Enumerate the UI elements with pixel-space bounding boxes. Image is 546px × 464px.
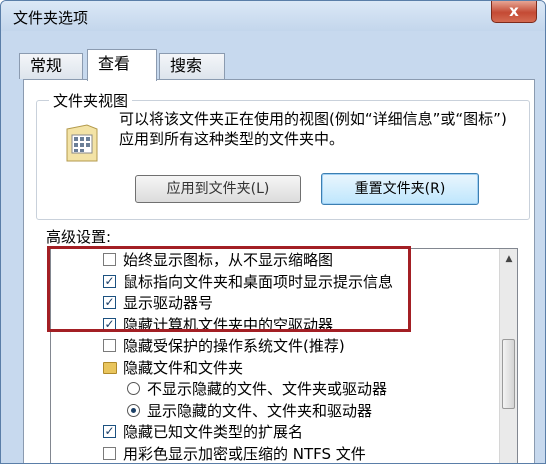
advanced-settings-list[interactable]: 始终显示图标，从不显示缩略图 ✓ 鼠标指向文件夹和桌面项时显示提示信息 ✓ 显示驱动器号… <box>50 248 518 464</box>
setting-row[interactable]: 用彩色显示加密或压缩的 NTFS 文件 <box>51 444 499 464</box>
setting-label: 用彩色显示加密或压缩的 NTFS 文件 <box>123 444 366 463</box>
checkbox-unchecked[interactable] <box>103 253 116 266</box>
advanced-settings-label: 高级设置: <box>46 228 112 246</box>
scroll-thumb[interactable] <box>502 339 515 409</box>
tab-general[interactable]: 常规 <box>19 53 83 79</box>
radio-unselected[interactable] <box>127 382 140 395</box>
folder-views-title: 文件夹视图 <box>49 90 133 111</box>
setting-label: 隐藏受保护的操作系统文件(推荐) <box>123 337 345 355</box>
checkbox-checked[interactable]: ✓ <box>103 296 116 309</box>
setting-row[interactable]: ✓ 隐藏已知文件类型的扩展名 <box>51 422 499 442</box>
tab-search[interactable]: 搜索 <box>159 53 225 79</box>
vertical-scrollbar[interactable]: ▲ <box>499 249 517 463</box>
setting-label: 鼠标指向文件夹和桌面项时显示提示信息 <box>123 272 394 291</box>
setting-label: 显示隐藏的文件、文件夹和驱动器 <box>147 401 373 420</box>
view-tab-panel: 文件夹视图 可以将该文件夹正在使用的视图(例如“详细信息”或“图标”)应用到所有… <box>23 79 535 464</box>
setting-label: 不显示隐藏的文件、文件夹或驱动器 <box>147 380 388 398</box>
setting-row[interactable]: ✓ 隐藏计算机文件夹中的空驱动器 <box>51 315 499 335</box>
checkbox-unchecked[interactable] <box>103 339 116 352</box>
scroll-up-arrow-icon[interactable]: ▲ <box>500 251 517 267</box>
reset-folders-button[interactable]: 重置文件夹(R) <box>321 173 479 205</box>
checkbox-checked[interactable]: ✓ <box>103 425 116 438</box>
setting-label: 隐藏文件和文件夹 <box>123 358 244 377</box>
close-button[interactable]: x <box>491 1 537 23</box>
setting-label: 隐藏已知文件类型的扩展名 <box>123 423 304 441</box>
setting-row[interactable]: 显示隐藏的文件、文件夹和驱动器 <box>51 401 499 421</box>
setting-label: 始终显示图标，从不显示缩略图 <box>123 251 334 269</box>
folder-views-description: 可以将该文件夹正在使用的视图(例如“详细信息”或“图标”)应用到所有这种类型的文… <box>119 110 507 148</box>
folder-options-window: 文件夹选项 x 常规 查看 搜索 文件夹视图 可以将该文件夹正在使用的视图(例如… <box>0 0 546 464</box>
setting-label: 隐藏计算机文件夹中的空驱动器 <box>123 315 334 334</box>
folder-views-group: 文件夹视图 可以将该文件夹正在使用的视图(例如“详细信息”或“图标”)应用到所有… <box>36 90 530 220</box>
setting-row[interactable]: 隐藏受保护的操作系统文件(推荐) <box>51 336 499 356</box>
folder-view-icon <box>66 124 98 162</box>
radio-selected[interactable] <box>127 403 140 417</box>
folder-icon <box>103 361 117 374</box>
window-title: 文件夹选项 <box>13 9 89 27</box>
setting-row[interactable]: ✓ 显示驱动器号 <box>51 293 499 313</box>
checkbox-checked[interactable]: ✓ <box>103 317 116 331</box>
setting-label: 显示驱动器号 <box>123 294 214 312</box>
setting-row[interactable]: ✓ 鼠标指向文件夹和桌面项时显示提示信息 <box>51 272 499 292</box>
setting-row[interactable]: 不显示隐藏的文件、文件夹或驱动器 <box>51 379 499 399</box>
setting-group: 隐藏文件和文件夹 <box>51 358 499 378</box>
setting-row[interactable]: 始终显示图标，从不显示缩略图 <box>51 250 499 270</box>
tab-view[interactable]: 查看 <box>87 49 157 81</box>
checkbox-unchecked[interactable] <box>103 446 116 460</box>
title-bar: 文件夹选项 x <box>1 1 545 31</box>
apply-to-folders-button[interactable]: 应用到文件夹(L) <box>135 175 301 203</box>
checkbox-checked[interactable]: ✓ <box>103 274 116 288</box>
